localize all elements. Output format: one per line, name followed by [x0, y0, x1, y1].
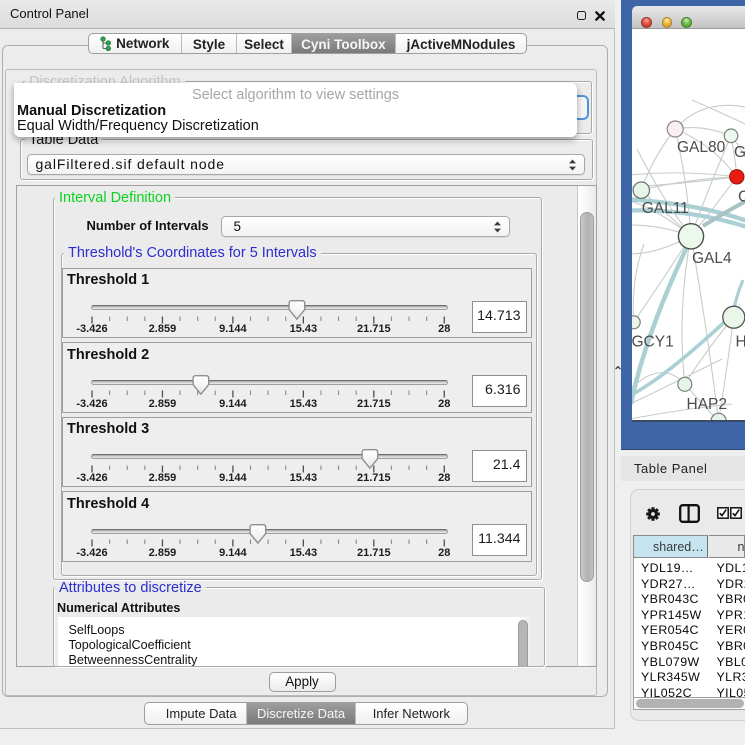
svg-text:HAP2: HAP2 [687, 396, 728, 413]
svg-text:GCY1: GCY1 [632, 333, 674, 350]
svg-text:GAL11: GAL11 [642, 200, 689, 217]
svg-text:G.: G. [734, 144, 745, 161]
svg-text:GAL4: GAL4 [692, 250, 732, 267]
svg-text:H: H [736, 333, 745, 350]
svg-text:CD: CD [738, 189, 745, 206]
svg-text:GAL80: GAL80 [677, 139, 726, 156]
